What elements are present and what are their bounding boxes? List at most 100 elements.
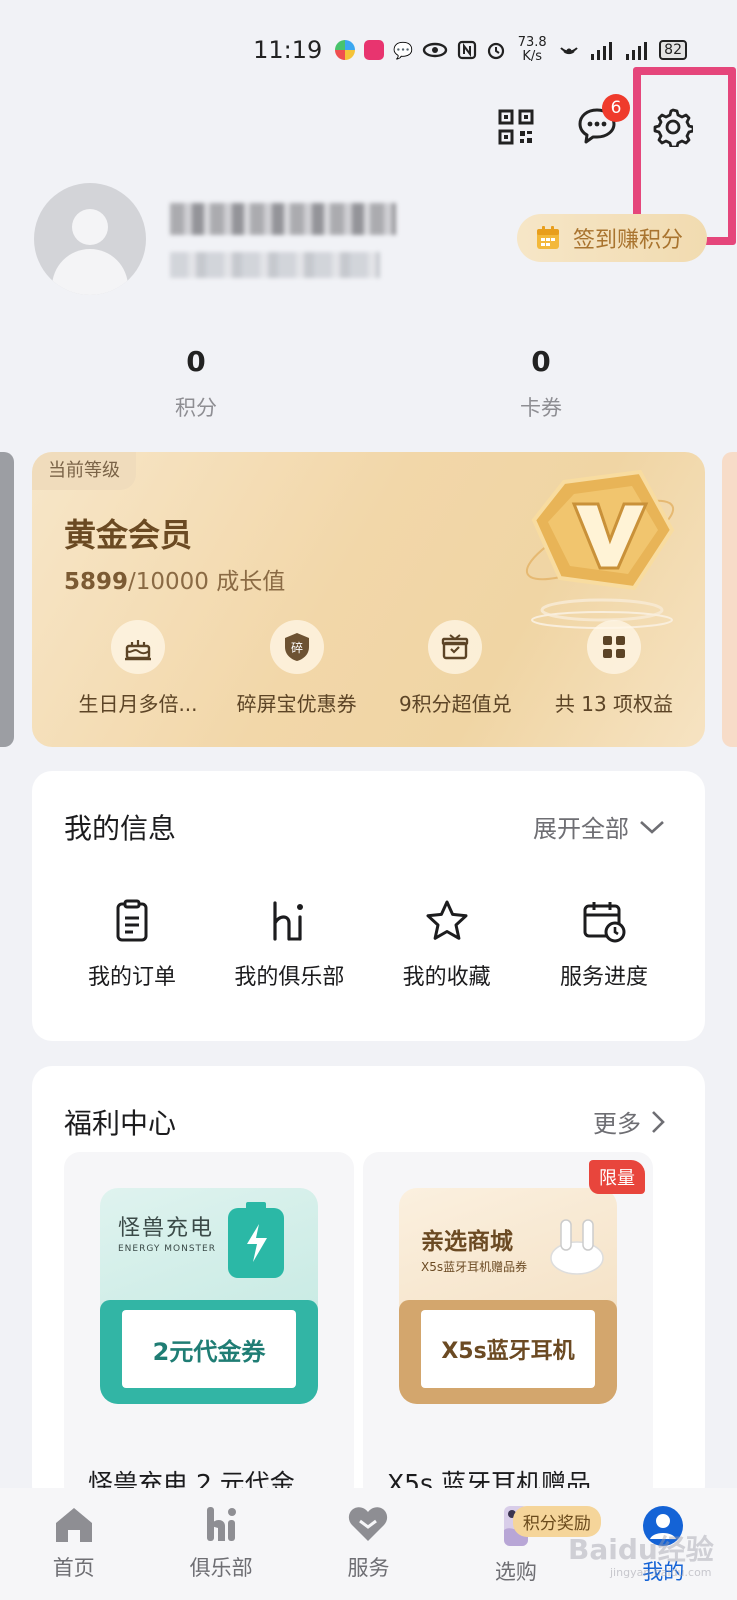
welfare-center-card: 福利中心 更多 怪兽充电 ENERGY MONSTER 2元代金券 怪兽充电 2… bbox=[32, 1066, 705, 1506]
perk-label: 碎屏宝优惠券 bbox=[236, 692, 357, 716]
status-bar: 11:19 💬 73.8 K/s 82 bbox=[0, 30, 737, 70]
coupons-value: 0 bbox=[531, 345, 551, 378]
coupon-brand-sub: X5s蓝牙耳机赠品券 bbox=[421, 1260, 528, 1274]
home-icon bbox=[55, 1508, 92, 1542]
welfare-more-button[interactable]: 更多 bbox=[593, 1104, 665, 1139]
baidu-watermark: Baidu经验 bbox=[568, 1533, 714, 1566]
current-level-tag: 当前等级 bbox=[32, 452, 136, 490]
perk-screen-insurance[interactable]: 碎 碎屏宝优惠券 bbox=[219, 620, 375, 717]
shortcut-label: 我的订单 bbox=[87, 965, 176, 990]
info-shortcuts: 我的订单 我的俱乐部 我的收藏 服务进度 bbox=[54, 899, 682, 991]
growth-value: 5899/10000 成长值 bbox=[64, 562, 285, 596]
calendar-icon bbox=[537, 226, 559, 249]
welfare-title: 福利中心 bbox=[64, 1107, 177, 1140]
grid-icon bbox=[586, 620, 641, 674]
ticket-text: 2元代金券 bbox=[152, 1337, 266, 1366]
energy-monster-coupon-image: 怪兽充电 ENERGY MONSTER 2元代金券 bbox=[100, 1188, 318, 1404]
points-value: 0 bbox=[186, 345, 206, 378]
shortcut-label: 我的收藏 bbox=[402, 965, 491, 990]
coupon-card-earbuds[interactable]: 亲选商城 X5s蓝牙耳机赠品券 X5s蓝牙耳机 限量 X5s 蓝牙耳机赠品 bbox=[363, 1152, 653, 1502]
heart-icon bbox=[349, 1507, 388, 1541]
my-favorites-button[interactable]: 我的收藏 bbox=[369, 899, 525, 991]
member-tier-name: 黄金会员 bbox=[64, 516, 193, 554]
my-info-title: 我的信息 bbox=[64, 812, 177, 845]
member-perks: 生日月多倍... 碎 碎屏宝优惠券 9积分超值兑 共 13 项权益 bbox=[60, 620, 692, 717]
username-redacted bbox=[170, 203, 396, 235]
perk-birthday[interactable]: 生日月多倍... bbox=[60, 620, 216, 717]
tab-label: 俱乐部 bbox=[189, 1556, 253, 1580]
perk-points-exchange[interactable]: 9积分超值兑 bbox=[377, 620, 533, 717]
previous-card-peek[interactable] bbox=[0, 452, 14, 747]
network-speed: 73.8 K/s bbox=[517, 35, 547, 64]
shield-icon: 碎 bbox=[269, 620, 324, 674]
coupon-brand: 怪兽充电 bbox=[118, 1216, 215, 1241]
chevron-right-icon bbox=[652, 1110, 665, 1133]
nfc-icon bbox=[458, 40, 477, 60]
next-card-peek[interactable] bbox=[722, 452, 737, 747]
signin-earn-points-button[interactable]: 签到赚积分 bbox=[517, 214, 707, 262]
coupons-stat[interactable]: 0 卡券 bbox=[461, 345, 621, 422]
ticket-paper: X5s蓝牙耳机 bbox=[421, 1310, 595, 1388]
shortcut-label: 我的俱乐部 bbox=[234, 965, 345, 990]
app-notification-icon bbox=[364, 40, 385, 60]
shortcut-label: 服务进度 bbox=[559, 965, 648, 990]
my-info-card: 我的信息 展开全部 我的订单 我的俱乐部 我的收藏 服务进度 bbox=[32, 771, 705, 1041]
tab-label: 首页 bbox=[52, 1556, 95, 1580]
tab-shop[interactable]: 积分奖励 选购 bbox=[461, 1504, 601, 1600]
hotspot-icon bbox=[560, 47, 578, 55]
service-progress-button[interactable]: 服务进度 bbox=[526, 899, 682, 991]
tab-service[interactable]: 服务 bbox=[313, 1504, 423, 1600]
tab-label: 服务 bbox=[347, 1556, 390, 1580]
my-orders-button[interactable]: 我的订单 bbox=[54, 899, 210, 991]
signal-4g-icon bbox=[591, 42, 613, 60]
eye-icon bbox=[422, 42, 448, 58]
earbuds-coupon-image: 亲选商城 X5s蓝牙耳机赠品券 X5s蓝牙耳机 bbox=[399, 1188, 617, 1404]
growth-current: 5899 bbox=[64, 569, 129, 595]
member-level-card[interactable]: 当前等级 黄金会员 5899/10000 成长值 生日月多倍... 碎 碎屏宝优… bbox=[32, 452, 705, 747]
points-stat[interactable]: 0 积分 bbox=[116, 345, 276, 422]
qr-scan-button[interactable] bbox=[496, 107, 536, 147]
expand-all-button[interactable]: 展开全部 bbox=[533, 809, 665, 844]
avatar[interactable] bbox=[34, 183, 146, 295]
coupon-card-energy-monster[interactable]: 怪兽充电 ENERGY MONSTER 2元代金券 怪兽充电 2 元代金 bbox=[64, 1152, 354, 1502]
wechat-icon: 💬 bbox=[393, 40, 414, 60]
cake-icon bbox=[111, 620, 165, 674]
perk-label: 生日月多倍... bbox=[78, 692, 198, 716]
app-notification-icon bbox=[335, 40, 356, 60]
coupon-brand: 亲选商城 bbox=[421, 1229, 513, 1255]
growth-target: /10000 成长值 bbox=[128, 569, 286, 595]
battery-charge-icon bbox=[228, 1202, 284, 1278]
signin-label: 签到赚积分 bbox=[573, 228, 684, 253]
battery-indicator: 82 bbox=[659, 40, 687, 60]
perk-all-benefits[interactable]: 共 13 项权益 bbox=[536, 620, 692, 717]
earbuds-case-icon bbox=[550, 1219, 604, 1275]
tab-home[interactable]: 首页 bbox=[19, 1504, 129, 1600]
chevron-down-icon bbox=[640, 820, 664, 834]
baidu-watermark-url: jingyan.baidu.com bbox=[610, 1566, 712, 1579]
shield-glyph: 碎 bbox=[291, 640, 303, 655]
messages-button[interactable]: 6 bbox=[576, 94, 630, 146]
coupons-label: 卡券 bbox=[520, 396, 562, 420]
perk-label: 共 13 项权益 bbox=[554, 692, 674, 716]
order-icon bbox=[116, 899, 148, 942]
expand-all-label: 展开全部 bbox=[533, 815, 629, 843]
signal-5g-icon bbox=[626, 42, 648, 60]
club-tab-icon bbox=[207, 1507, 237, 1541]
points-label: 积分 bbox=[175, 396, 217, 420]
tab-club[interactable]: 俱乐部 bbox=[166, 1504, 276, 1600]
qr-code-icon bbox=[498, 109, 534, 145]
alarm-icon bbox=[488, 42, 505, 60]
limited-tag: 限量 bbox=[589, 1160, 645, 1194]
account-info-redacted bbox=[170, 252, 380, 278]
star-icon bbox=[426, 900, 468, 940]
ticket-paper: 2元代金券 bbox=[122, 1310, 296, 1388]
perk-label: 9积分超值兑 bbox=[398, 692, 512, 716]
more-label: 更多 bbox=[593, 1110, 641, 1138]
gold-v-badge-icon bbox=[525, 469, 675, 629]
status-time: 11:19 bbox=[253, 36, 323, 64]
message-count-badge: 6 bbox=[602, 94, 630, 122]
tab-label: 选购 bbox=[494, 1560, 537, 1584]
coupon-brand-en: ENERGY MONSTER bbox=[118, 1244, 216, 1254]
my-club-button[interactable]: 我的俱乐部 bbox=[211, 899, 367, 991]
calendar-clock-icon bbox=[583, 902, 626, 943]
